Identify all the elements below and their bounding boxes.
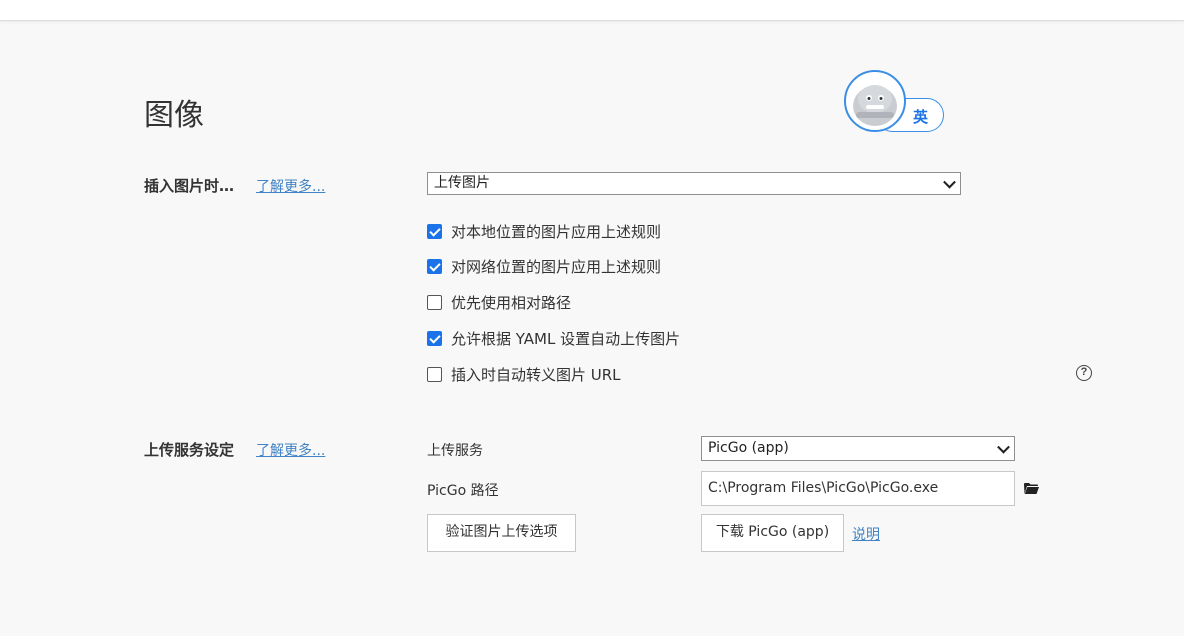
verify-upload-button[interactable]: 验证图片上传选项 xyxy=(427,514,576,552)
picgo-path-input[interactable]: C:\Program Files\PicGo\PicGo.exe xyxy=(701,471,1015,506)
chevron-down-icon xyxy=(943,175,956,189)
option-yaml-auto-upload[interactable]: 允许根据 YAML 设置自动上传图片 xyxy=(427,328,680,348)
insert-action-select[interactable]: 上传图片 xyxy=(427,172,961,195)
option-label: 对本地位置的图片应用上述规则 xyxy=(451,222,662,241)
checkbox-local-images[interactable] xyxy=(427,223,442,239)
upload-service-select[interactable]: PicGo (app) xyxy=(701,436,1015,461)
option-label: 优先使用相对路径 xyxy=(451,293,572,312)
upload-service-select-value: PicGo (app) xyxy=(708,440,789,456)
upload-service-section-label: 上传服务设定 xyxy=(144,441,235,459)
ime-avatar[interactable] xyxy=(844,70,906,132)
chevron-down-icon xyxy=(997,440,1010,454)
option-relative-path[interactable]: 优先使用相对路径 xyxy=(427,292,571,312)
checkbox-relative-path[interactable] xyxy=(427,294,442,310)
option-label: 允许根据 YAML 设置自动上传图片 xyxy=(451,329,681,348)
download-picgo-button[interactable]: 下载 PicGo (app) xyxy=(701,514,844,552)
option-network-images[interactable]: 对网络位置的图片应用上述规则 xyxy=(427,256,661,276)
ime-language-label[interactable]: 英 xyxy=(913,106,928,127)
insert-learn-more-link[interactable]: 了解更多... xyxy=(256,176,325,196)
upload-learn-more-link[interactable]: 了解更多... xyxy=(256,440,325,460)
option-escape-url[interactable]: 插入时自动转义图片 URL xyxy=(427,364,621,384)
option-label: 对网络位置的图片应用上述规则 xyxy=(451,257,662,276)
page-title: 图像 xyxy=(144,98,204,133)
picgo-help-link[interactable]: 说明 xyxy=(852,524,880,544)
insert-action-select-value: 上传图片 xyxy=(434,175,490,191)
upload-service-label: 上传服务 xyxy=(427,443,483,459)
checkbox-escape-url[interactable] xyxy=(427,366,442,382)
option-local-images[interactable]: 对本地位置的图片应用上述规则 xyxy=(427,221,661,241)
checkbox-network-images[interactable] xyxy=(427,258,442,274)
mascot-icon xyxy=(848,74,902,128)
insert-image-section-label: 插入图片时… xyxy=(144,177,235,195)
checkbox-yaml-auto-upload[interactable] xyxy=(427,330,442,346)
folder-icon[interactable] xyxy=(1024,482,1039,495)
option-label: 插入时自动转义图片 URL xyxy=(451,365,621,384)
question-circle-icon[interactable]: ? xyxy=(1076,365,1092,381)
top-bar xyxy=(0,0,1184,21)
picgo-path-label: PicGo 路径 xyxy=(427,483,499,499)
